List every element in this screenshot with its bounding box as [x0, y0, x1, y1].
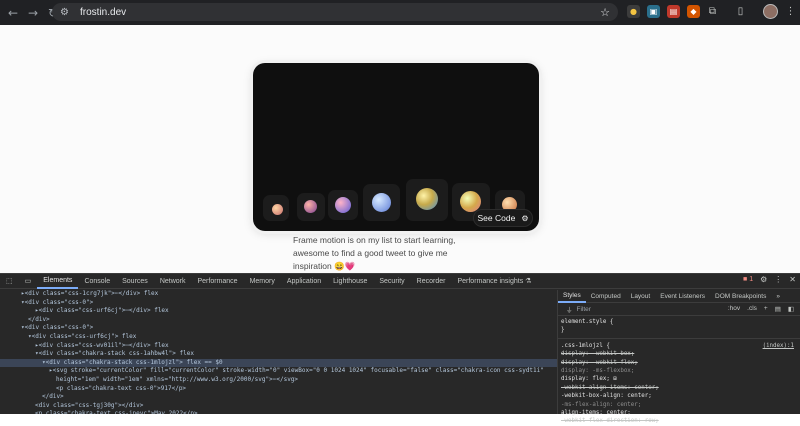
dom-node-line[interactable]: </div> — [0, 393, 557, 402]
tab-performance-insights[interactable]: Performance insights ⚗ — [451, 274, 537, 289]
tab-elements[interactable]: Elements — [37, 274, 79, 289]
computed-toggle-icon[interactable]: ▤ — [775, 305, 781, 313]
css-declaration[interactable]: display: -ms-flexbox; — [558, 367, 800, 375]
dom-node-line[interactable]: <div class="css-tgj30g"></div> — [0, 402, 557, 411]
site-info-icon[interactable]: ⚙ — [60, 7, 74, 18]
extension-icon-3[interactable]: ▤ — [667, 5, 680, 18]
devtools-panel: ⬚ ▭ Elements Console Sources Network Per… — [0, 273, 800, 424]
profile-avatar[interactable] — [763, 4, 778, 19]
back-arrow-icon[interactable]: ← — [4, 4, 22, 22]
cls-toggle[interactable]: .cls — [747, 305, 757, 313]
tab-application[interactable]: Application — [281, 274, 327, 289]
styles-filter-row: ⏚ Filter :hov .cls + ▤ ◧ — [558, 303, 800, 316]
browser-toolbar: ← → ↻ ⚙ frostin.dev ☆ ● ▣ ▤ ◆ ⧉ ▯ ⋮ — [0, 0, 800, 25]
tab-security[interactable]: Security — [373, 274, 410, 289]
orb-5 — [416, 188, 438, 210]
settings-icon: ⚙ — [521, 213, 529, 223]
css-declaration[interactable]: -ms-flex-align: center; — [558, 401, 800, 409]
hov-toggle[interactable]: :hov — [728, 305, 740, 313]
elements-tree: ▸<div class="css-1crg7jk">⋯</div> flex ▾<… — [0, 290, 557, 414]
url-text[interactable]: frostin.dev — [80, 7, 126, 18]
styles-rules: element.style {} .css-1mlojzl {(index):1 … — [558, 316, 800, 426]
tab-dom-breakpoints[interactable]: DOM Breakpoints — [710, 290, 771, 303]
error-count: 1 — [749, 276, 754, 283]
see-code-label: See Code — [477, 213, 516, 223]
dom-node-line[interactable]: ▾<div class="chakra-stack css-1mlojzl"> … — [0, 358, 557, 368]
settings-gear-icon[interactable]: ⚙ — [760, 275, 767, 284]
tab-lighthouse[interactable]: Lighthouse — [327, 274, 373, 289]
bookmark-star-icon[interactable]: ☆ — [600, 6, 610, 19]
menu-kebab-icon[interactable]: ⋮ — [784, 5, 797, 18]
css-declaration[interactable]: display: -webkit-flex; — [558, 359, 800, 367]
dom-node-line[interactable]: ▾<div class="chakra-stack css-1ahbw4l"> … — [0, 350, 557, 359]
dom-node-line[interactable]: <p class="chakra-text css-0">917</p> — [0, 385, 557, 394]
dom-node-line[interactable]: </div> — [0, 316, 557, 325]
dom-node-line[interactable]: ▸<div class="css-wv01il">⋯</div> flex — [0, 342, 557, 351]
tab-styles[interactable]: Styles — [558, 290, 586, 303]
css-declaration[interactable]: align-items: center; — [558, 409, 800, 417]
rule-source-link[interactable]: (index):1 — [763, 342, 794, 350]
address-bar[interactable]: ⚙ frostin.dev ☆ — [52, 3, 618, 21]
css-declaration[interactable]: -webkit-box-align: center; — [558, 392, 800, 400]
orb-4 — [372, 193, 391, 212]
devtools-tab-bar: ⬚ ▭ Elements Console Sources Network Per… — [0, 274, 800, 289]
tab-memory[interactable]: Memory — [244, 274, 281, 289]
tab-layout[interactable]: Layout — [626, 290, 656, 303]
filter-tools: :hov .cls + ▤ ◧ — [728, 305, 794, 313]
css-declaration[interactable]: display: flex; ⊞ — [558, 375, 800, 383]
error-badge[interactable]: ■ 1 — [743, 276, 753, 283]
css-declaration[interactable]: element.style { — [558, 318, 800, 326]
see-code-button[interactable]: See Code ⚙ — [473, 209, 533, 227]
tab-network[interactable]: Network — [154, 274, 192, 289]
orb-2 — [304, 200, 317, 213]
styles-pane: Styles Computed Layout Event Listeners D… — [557, 290, 800, 424]
forward-arrow-icon[interactable]: → — [24, 4, 42, 22]
tab-sources[interactable]: Sources — [116, 274, 154, 289]
extensions-puzzle-icon[interactable]: ⧉ — [706, 5, 719, 18]
css-declaration[interactable]: display: -webkit-box; — [558, 350, 800, 358]
orb-3 — [335, 197, 351, 213]
tab-computed[interactable]: Computed — [586, 290, 626, 303]
dom-node-line[interactable]: ▸<div class="css-urf6cj">⋯</div> flex — [0, 307, 557, 316]
extension-icon-4[interactable]: ◆ — [687, 5, 700, 18]
more-tabs-icon[interactable]: » — [771, 290, 785, 303]
inspect-element-icon[interactable]: ⬚ — [0, 274, 19, 289]
rule-divider — [558, 337, 800, 339]
css-declaration[interactable]: .css-1mlojzl {(index):1 — [558, 342, 800, 350]
devtools-right-icons: ■ 1 ⚙ ⋮ ✕ — [743, 275, 796, 284]
tab-console[interactable]: Console — [78, 274, 116, 289]
device-toolbar-icon[interactable]: ▭ — [19, 274, 38, 289]
dom-node-line[interactable]: ▾<div class="css-urf6cj"> flex — [0, 333, 557, 342]
css-declaration[interactable]: -webkit-flex-direction: row; — [558, 417, 800, 425]
extension-icon-1[interactable]: ● — [627, 5, 640, 18]
dom-node-line[interactable]: ▾<div class="css-0"> — [0, 324, 557, 333]
quote-text: Frame motion is on my list to start lear… — [293, 235, 456, 271]
close-devtools-icon[interactable]: ✕ — [789, 275, 796, 284]
sidebar-toggle-icon[interactable]: ◧ — [788, 305, 794, 313]
css-declaration[interactable]: -webkit-align-items: center; — [558, 384, 800, 392]
new-rule-icon[interactable]: + — [764, 305, 768, 313]
tab-performance[interactable]: Performance — [192, 274, 244, 289]
styles-tab-bar: Styles Computed Layout Event Listeners D… — [558, 290, 800, 303]
dom-node-line[interactable]: <p class="chakra-text css-jneyc">May 202… — [0, 410, 557, 414]
dom-node-line[interactable]: height="1em" width="1em" xmlns="http://w… — [0, 376, 557, 385]
tab-recorder[interactable]: Recorder — [411, 274, 452, 289]
dom-node-line[interactable]: ▸<div class="css-1crg7jk">⋯</div> flex — [0, 290, 557, 299]
dom-node-line[interactable]: ▾<div class="css-0"> — [0, 299, 557, 308]
tab-event-listeners[interactable]: Event Listeners — [655, 290, 710, 303]
more-options-icon[interactable]: ⋮ — [774, 275, 782, 284]
filter-icon: ⏚ — [566, 307, 573, 314]
dock-demo-card — [253, 63, 539, 231]
side-panel-icon[interactable]: ▯ — [734, 5, 747, 18]
css-declaration[interactable]: } — [558, 326, 800, 334]
extension-icon-2[interactable]: ▣ — [647, 5, 660, 18]
dom-node-line[interactable]: ▸<svg stroke="currentColor" fill="curren… — [0, 367, 557, 376]
styles-filter-input[interactable]: Filter — [577, 306, 591, 313]
orb-1 — [272, 204, 283, 215]
